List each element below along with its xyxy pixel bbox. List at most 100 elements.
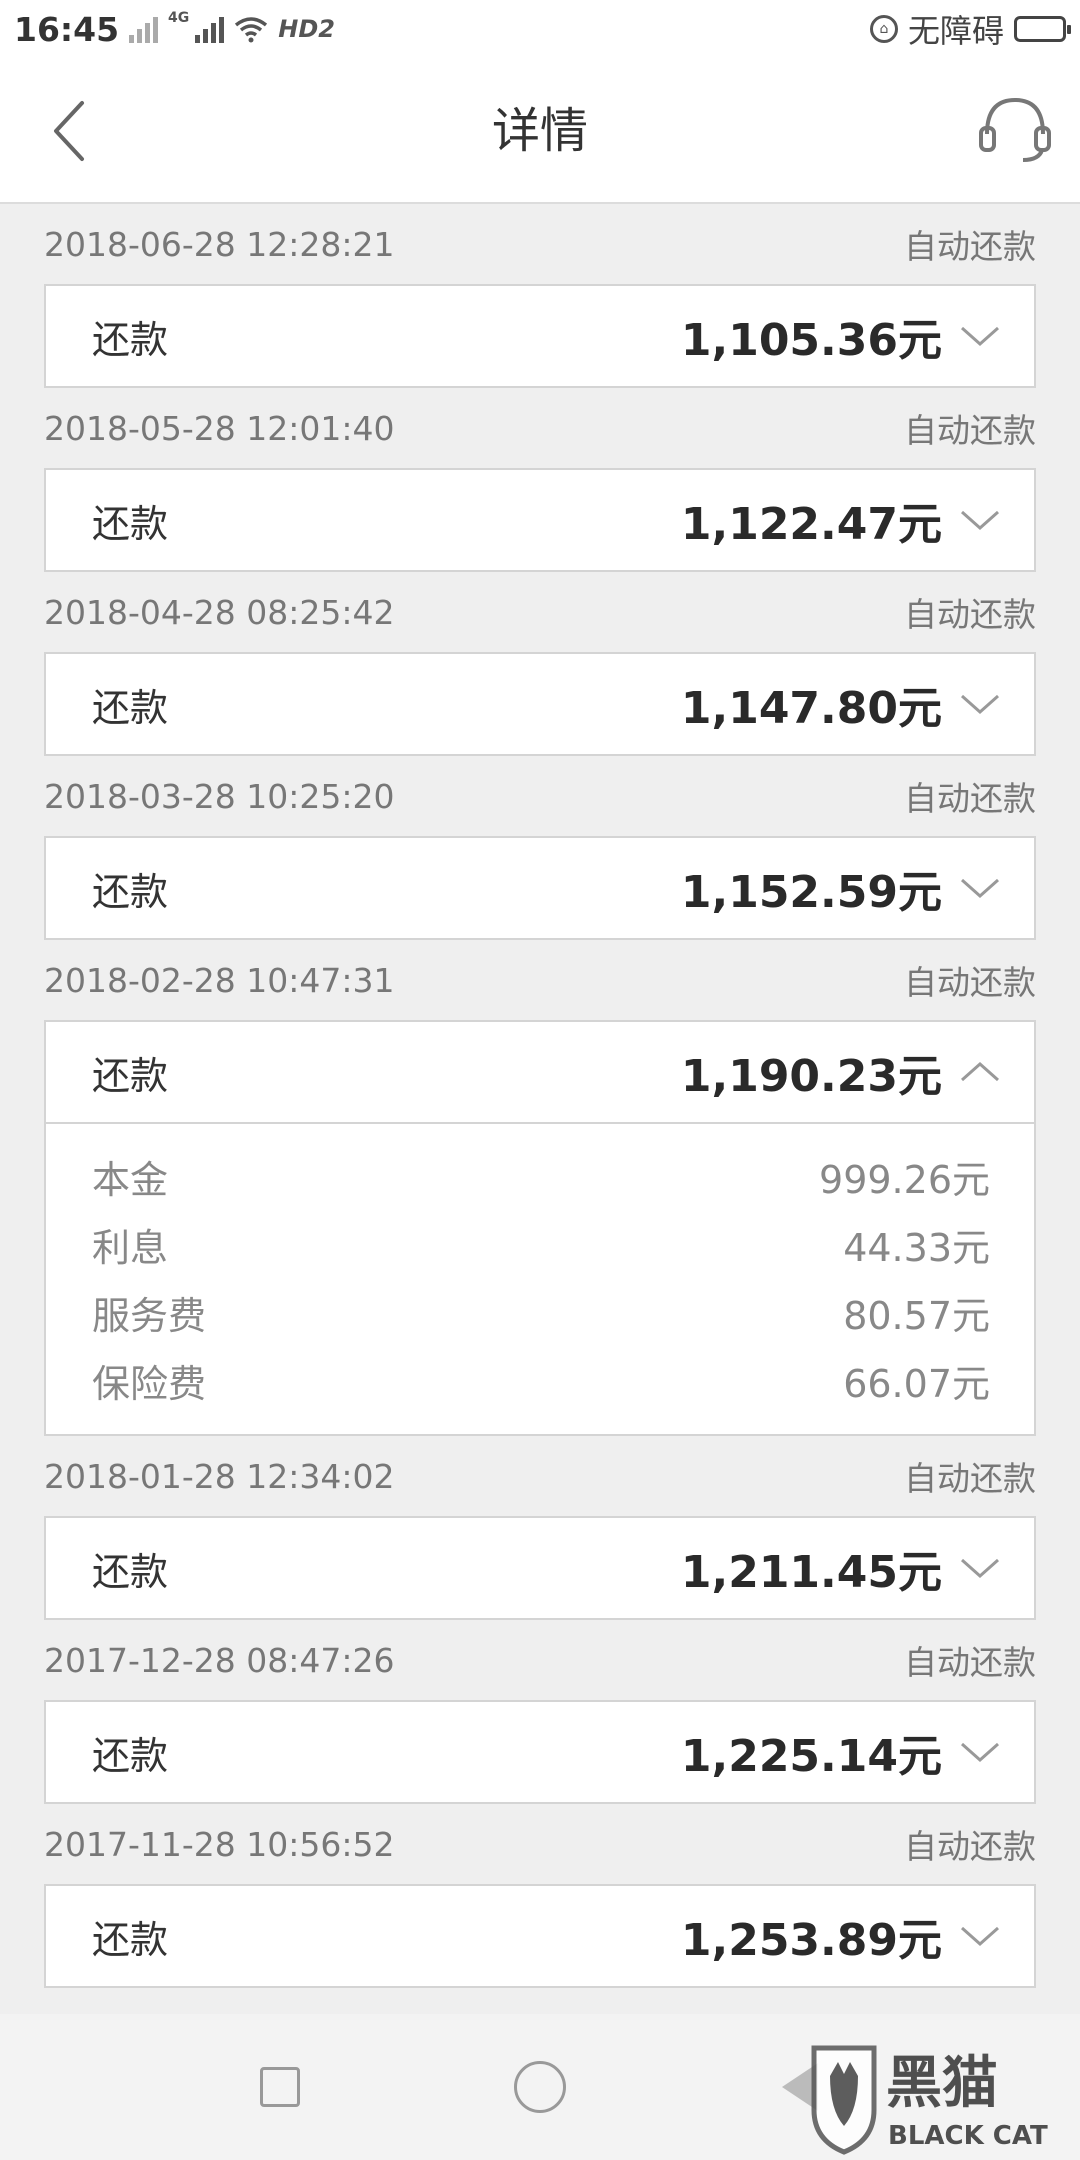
watermark-cn-text: 黑猫 bbox=[886, 2051, 998, 2116]
record-header: 2018-02-28 10:47:31 自动还款 bbox=[0, 940, 1080, 1020]
record-label: 还款 bbox=[92, 501, 169, 546]
record-type: 自动还款 bbox=[904, 963, 1036, 1002]
record-header: 2018-01-28 12:34:02 自动还款 bbox=[0, 1436, 1080, 1516]
record-row[interactable]: 还款 1,190.23元 bbox=[46, 1022, 1034, 1122]
record-amount: 1,105.36元 bbox=[680, 315, 942, 366]
detail-value: 999.26元 bbox=[819, 1157, 990, 1202]
record-type: 自动还款 bbox=[904, 779, 1036, 818]
record-type: 自动还款 bbox=[904, 227, 1036, 266]
chevron-down-icon bbox=[960, 1916, 1000, 1956]
hd-indicator: HD2 bbox=[278, 15, 335, 43]
record-header: 2018-05-28 12:01:40 自动还款 bbox=[0, 388, 1080, 468]
record-row[interactable]: 还款 1,147.80元 bbox=[46, 654, 1034, 754]
record-datetime: 2018-01-28 12:34:02 bbox=[44, 1456, 395, 1496]
record-amount: 1,147.80元 bbox=[680, 683, 942, 734]
page-title: 详情 bbox=[491, 103, 588, 159]
record-card: 还款 1,122.47元 bbox=[44, 468, 1036, 572]
battery-icon bbox=[1014, 16, 1071, 42]
status-left: 16:45 4G HD2 bbox=[14, 10, 335, 49]
customer-service-button[interactable] bbox=[970, 84, 1060, 174]
record-row[interactable]: 还款 1,211.45元 bbox=[46, 1518, 1034, 1618]
record-label: 还款 bbox=[92, 1053, 169, 1098]
status-bar: 16:45 4G HD2 ⌂ 无障碍 bbox=[0, 0, 1080, 58]
chevron-down-icon bbox=[960, 316, 1000, 356]
record-card: 还款 1,105.36元 bbox=[44, 284, 1036, 388]
chevron-down-icon bbox=[960, 684, 1000, 724]
record-label: 还款 bbox=[92, 317, 169, 362]
record-row[interactable]: 还款 1,152.59元 bbox=[46, 838, 1034, 938]
chevron-left-icon bbox=[54, 101, 84, 161]
record-datetime: 2018-02-28 10:47:31 bbox=[44, 960, 395, 1000]
status-time: 16:45 bbox=[14, 9, 120, 49]
detail-interest: 利息 44.33元 bbox=[92, 1210, 990, 1278]
record-header: 2017-11-28 10:56:52 自动还款 bbox=[0, 1804, 1080, 1884]
record-row[interactable]: 还款 1,105.36元 bbox=[46, 286, 1034, 386]
detail-value: 66.07元 bbox=[843, 1361, 990, 1406]
record-card: 还款 1,147.80元 bbox=[44, 652, 1036, 756]
record-card: 还款 1,225.14元 bbox=[44, 1700, 1036, 1804]
record-amount: 1,225.14元 bbox=[680, 1731, 942, 1782]
detail-insurance-fee: 保险费 66.07元 bbox=[92, 1346, 990, 1414]
chevron-down-icon bbox=[960, 1548, 1000, 1588]
record-label: 还款 bbox=[92, 685, 169, 730]
record-amount: 1,190.23元 bbox=[680, 1051, 942, 1102]
recent-apps-button[interactable] bbox=[240, 2047, 320, 2127]
detail-label: 本金 bbox=[92, 1157, 169, 1202]
headset-icon bbox=[979, 97, 1051, 162]
black-cat-watermark: 黑猫 BLACK CAT bbox=[794, 2040, 1074, 2156]
record-detail: 本金 999.26元 利息 44.33元 服务费 80.57元 保险费 66.0… bbox=[46, 1122, 1034, 1434]
record-datetime: 2017-12-28 08:47:26 bbox=[44, 1640, 395, 1680]
record-card: 还款 1,253.89元 bbox=[44, 1884, 1036, 1988]
chevron-down-icon bbox=[960, 500, 1000, 540]
record-label: 还款 bbox=[92, 869, 169, 914]
chevron-down-icon bbox=[960, 868, 1000, 908]
repayment-list[interactable]: 2018-06-28 12:28:21 自动还款 还款 1,105.36元 20… bbox=[0, 204, 1080, 2014]
record-type: 自动还款 bbox=[904, 1643, 1036, 1682]
record-datetime: 2017-11-28 10:56:52 bbox=[44, 1824, 395, 1864]
home-button[interactable] bbox=[500, 2047, 580, 2127]
wifi-icon bbox=[235, 17, 268, 43]
record-label: 还款 bbox=[92, 1549, 169, 1594]
record-header: 2017-12-28 08:47:26 自动还款 bbox=[0, 1620, 1080, 1700]
record-label: 还款 bbox=[92, 1917, 169, 1962]
record-amount: 1,152.59元 bbox=[680, 867, 942, 918]
title-bar: 详情 bbox=[0, 58, 1080, 204]
record-type: 自动还款 bbox=[904, 1459, 1036, 1498]
back-button[interactable] bbox=[30, 86, 110, 176]
record-row[interactable]: 还款 1,225.14元 bbox=[46, 1702, 1034, 1802]
cat-shield-logo-icon: 黑猫 BLACK CAT bbox=[811, 2045, 1048, 2155]
circle-icon bbox=[514, 2061, 566, 2113]
detail-label: 保险费 bbox=[92, 1361, 207, 1406]
record-datetime: 2018-04-28 08:25:42 bbox=[44, 592, 395, 632]
record-type: 自动还款 bbox=[904, 411, 1036, 450]
record-datetime: 2018-06-28 12:28:21 bbox=[44, 224, 395, 264]
record-amount: 1,122.47元 bbox=[680, 499, 942, 550]
record-card: 还款 1,211.45元 bbox=[44, 1516, 1036, 1620]
rotation-lock-icon: ⌂ bbox=[869, 15, 898, 43]
status-right: ⌂ 无障碍 bbox=[869, 6, 1071, 52]
detail-label: 服务费 bbox=[92, 1293, 207, 1338]
record-card: 还款 1,152.59元 bbox=[44, 836, 1036, 940]
detail-service-fee: 服务费 80.57元 bbox=[92, 1278, 990, 1346]
record-header: 2018-06-28 12:28:21 自动还款 bbox=[0, 204, 1080, 284]
record-amount: 1,211.45元 bbox=[680, 1547, 942, 1598]
record-amount: 1,253.89元 bbox=[680, 1915, 942, 1966]
detail-value: 80.57元 bbox=[843, 1293, 990, 1338]
record-card-expanded: 还款 1,190.23元 本金 999.26元 利息 44.33元 服务费 80… bbox=[44, 1020, 1036, 1436]
record-label: 还款 bbox=[92, 1733, 169, 1778]
chevron-down-icon bbox=[960, 1732, 1000, 1772]
detail-label: 利息 bbox=[92, 1225, 169, 1270]
chevron-up-icon bbox=[960, 1052, 1000, 1092]
watermark-en-text: BLACK CAT bbox=[888, 2121, 1048, 2151]
square-icon bbox=[260, 2067, 300, 2107]
record-datetime: 2018-05-28 12:01:40 bbox=[44, 408, 395, 448]
record-row[interactable]: 还款 1,122.47元 bbox=[46, 470, 1034, 570]
record-row[interactable]: 还款 1,253.89元 bbox=[46, 1886, 1034, 1986]
record-header: 2018-04-28 08:25:42 自动还款 bbox=[0, 572, 1080, 652]
signal-icon-sim2 bbox=[195, 15, 225, 43]
record-type: 自动还款 bbox=[904, 595, 1036, 634]
record-header: 2018-03-28 10:25:20 自动还款 bbox=[0, 756, 1080, 836]
record-type: 自动还款 bbox=[904, 1827, 1036, 1866]
detail-value: 44.33元 bbox=[843, 1225, 990, 1270]
accessibility-label: 无障碍 bbox=[907, 12, 1004, 50]
